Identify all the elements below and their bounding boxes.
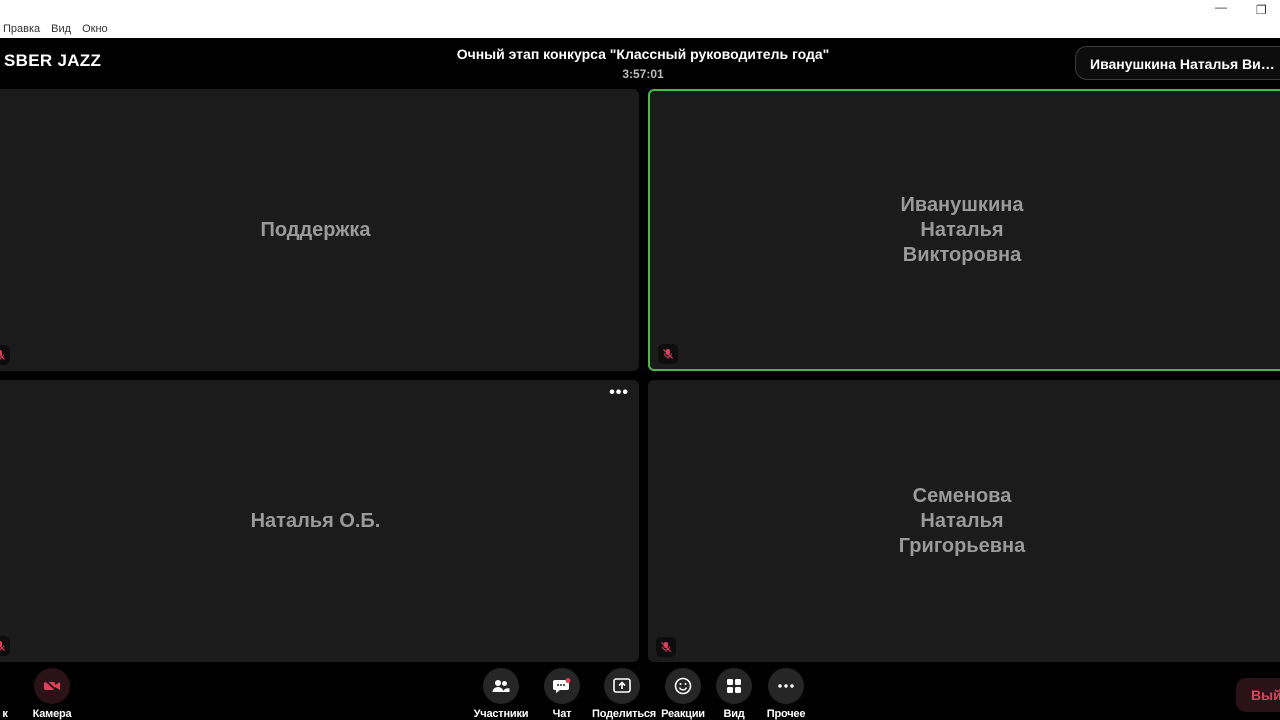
menu-view[interactable]: Вид: [51, 23, 71, 35]
participant-name: Поддержка: [260, 218, 371, 241]
more-dots-icon: [768, 668, 804, 704]
participant-tile[interactable]: Поддержка: [0, 89, 639, 371]
participant-name: Семенова Наталья Григорьевна: [898, 484, 1026, 557]
mic-button[interactable]: к: [0, 668, 12, 720]
participant-tile[interactable]: Наталья О.Б. •••: [0, 380, 639, 662]
window-menubar: Правка Вид Окно — ❐: [0, 0, 1280, 38]
participant-tile[interactable]: Семенова Наталья Григорьевна: [648, 380, 1280, 662]
share-screen-icon: [604, 668, 640, 704]
mic-off-icon: [0, 636, 10, 656]
chat-button[interactable]: Чат: [532, 668, 592, 720]
view-button[interactable]: Вид: [704, 668, 764, 720]
view-label: Вид: [723, 708, 745, 720]
call-toolbar: к Камера Участники Чат Поделиться Реакци…: [0, 662, 1280, 720]
grid-icon: [716, 668, 752, 704]
menu-window[interactable]: Окно: [82, 23, 108, 35]
mic-off-icon: [0, 345, 10, 365]
mic-off-icon: [656, 637, 676, 657]
chat-label: Чат: [552, 708, 572, 720]
current-user-button[interactable]: Иванушкина Наталья Ви…: [1075, 46, 1280, 80]
participants-button[interactable]: Участники: [471, 668, 531, 720]
share-button[interactable]: Поделиться: [592, 668, 657, 720]
minimize-button[interactable]: —: [1215, 0, 1227, 14]
camera-button[interactable]: Камера: [22, 668, 82, 720]
mic-off-icon: [658, 344, 678, 364]
participant-tile-active-speaker[interactable]: Иванушкина Наталья Викторовна: [648, 89, 1280, 371]
tile-more-icon[interactable]: •••: [609, 385, 629, 401]
menu-edit[interactable]: Правка: [3, 23, 40, 35]
restore-button[interactable]: ❐: [1256, 3, 1267, 17]
participants-icon: [483, 668, 519, 704]
participant-name: Иванушкина Наталья Викторовна: [900, 193, 1024, 266]
participants-label: Участники: [473, 708, 529, 720]
smile-icon: [665, 668, 701, 704]
more-button[interactable]: Прочее: [756, 668, 816, 720]
mic-label: к: [2, 708, 8, 720]
camera-label: Камера: [32, 708, 72, 720]
participant-name: Наталья О.Б.: [250, 509, 381, 532]
more-label: Прочее: [766, 708, 806, 720]
chat-icon: [544, 668, 580, 704]
menu-items: Правка Вид Окно: [3, 23, 108, 35]
exit-button[interactable]: Выйти: [1236, 678, 1280, 712]
conference-header: SBER JAZZ Очный этап конкурса "Классный …: [0, 38, 1280, 86]
camera-off-icon: [34, 668, 70, 704]
share-label: Поделиться: [592, 708, 657, 720]
